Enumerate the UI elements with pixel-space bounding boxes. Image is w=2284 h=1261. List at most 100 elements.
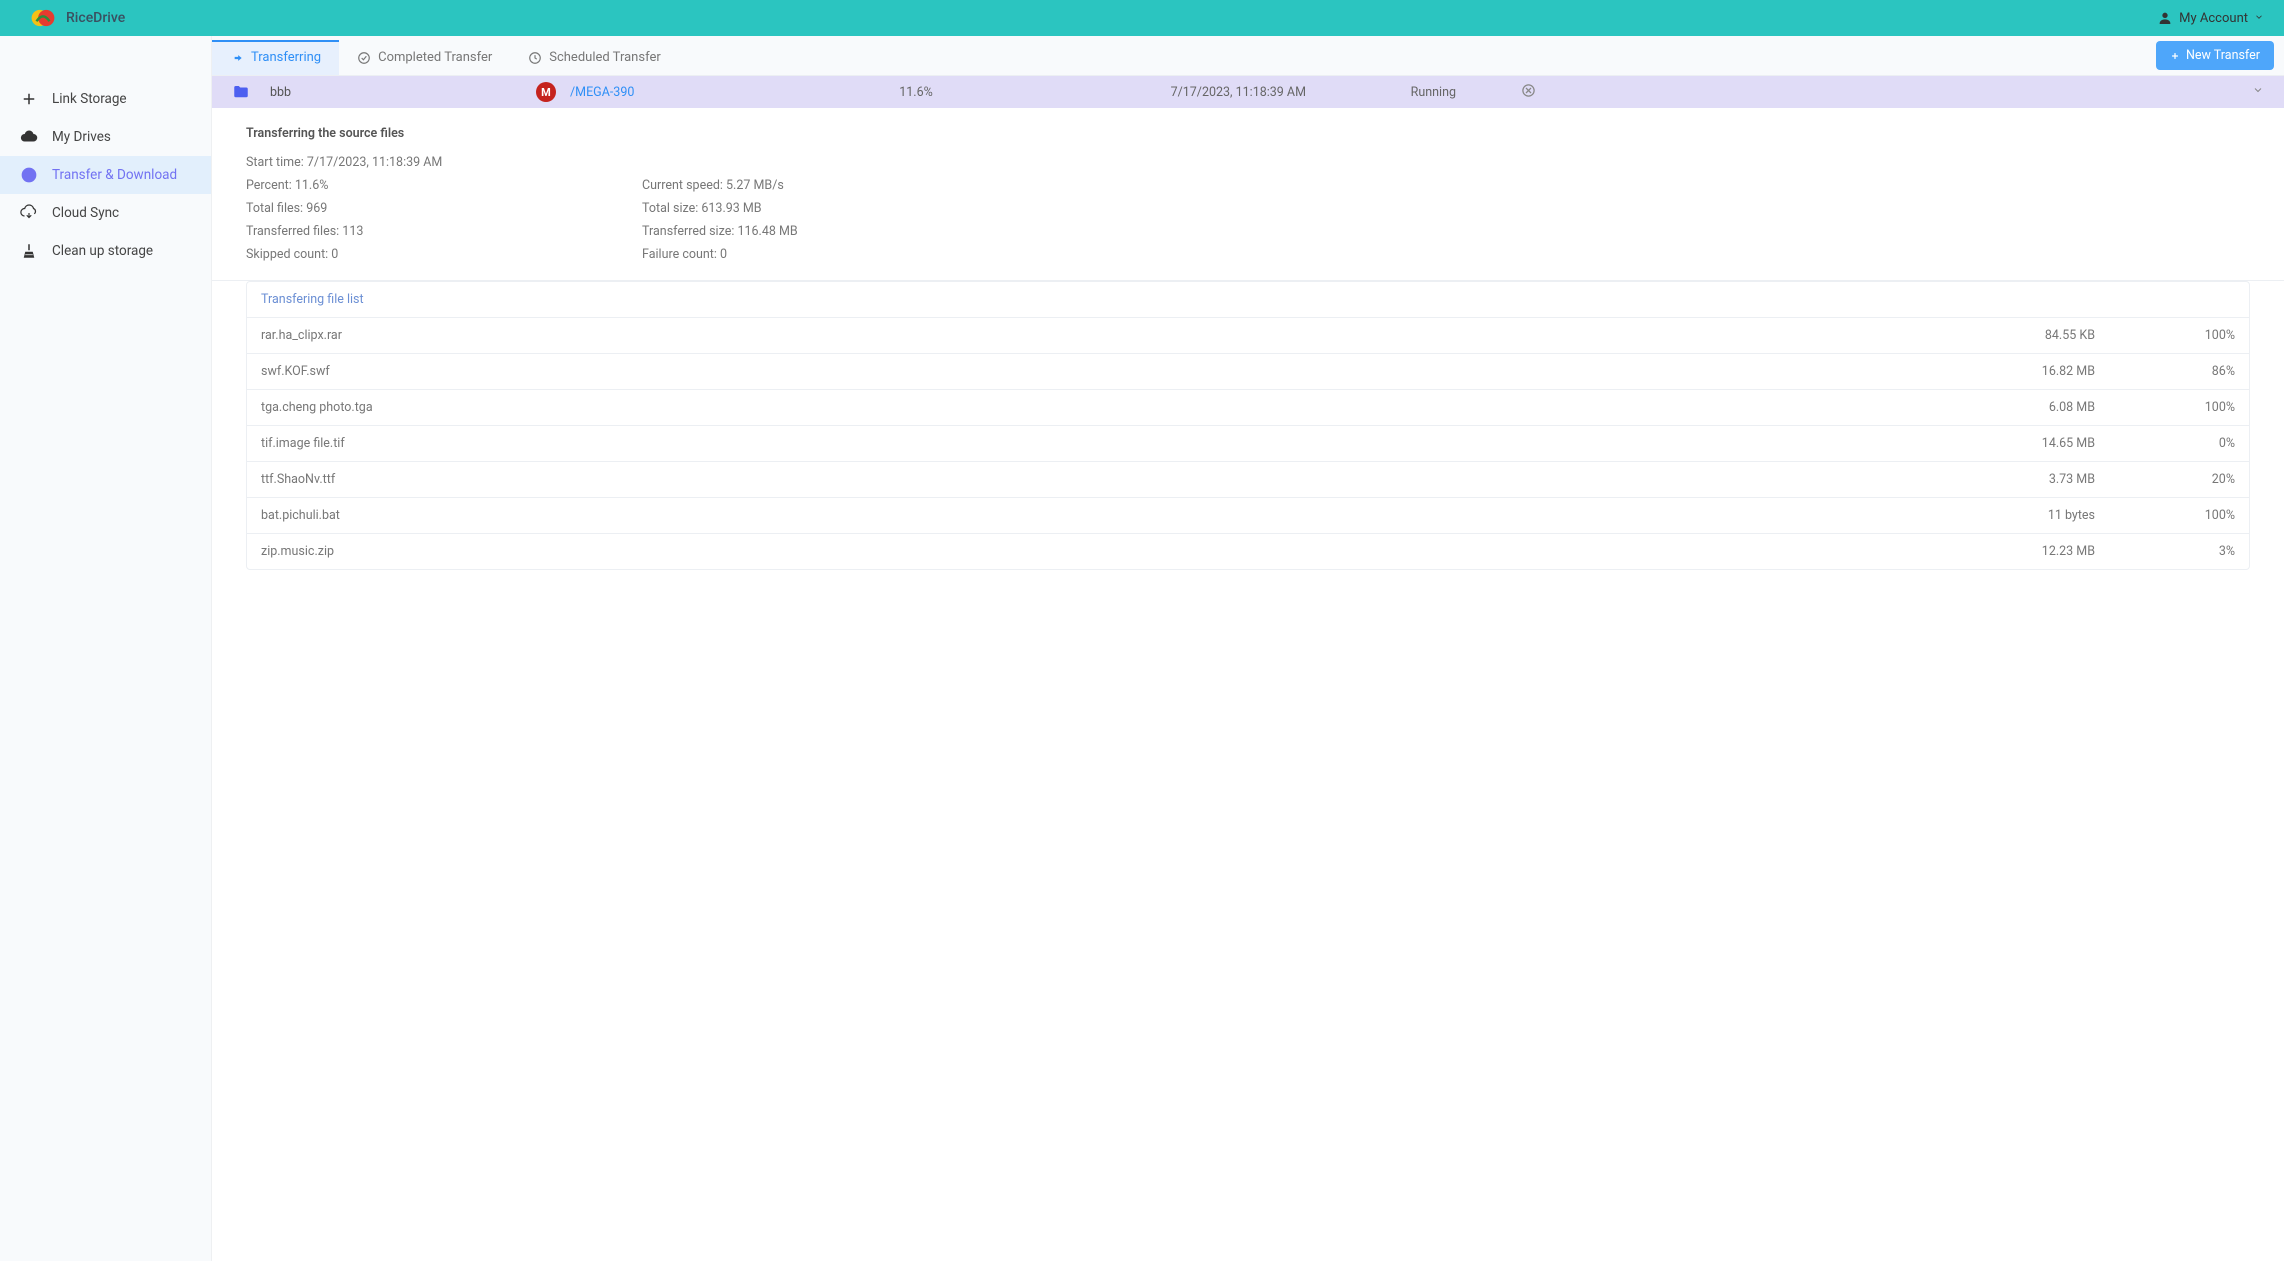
plus-icon bbox=[2170, 51, 2180, 61]
new-transfer-button[interactable]: New Transfer bbox=[2156, 41, 2274, 70]
stat-value: 5.27 MB/s bbox=[726, 178, 784, 193]
stat-label: Transferred files: bbox=[246, 224, 342, 239]
stat-label: Start time: bbox=[246, 155, 307, 170]
stat-value: 0 bbox=[331, 247, 338, 262]
tab-scheduled-transfer[interactable]: Scheduled Transfer bbox=[510, 40, 679, 75]
sidebar-item-label: Cloud Sync bbox=[52, 205, 119, 221]
brand: RiceDrive bbox=[30, 5, 125, 31]
file-size: 84.55 KB bbox=[1925, 328, 2095, 343]
file-row: tga.cheng photo.tga6.08 MB100% bbox=[247, 390, 2249, 426]
account-menu[interactable]: My Account bbox=[2157, 10, 2264, 26]
file-percent: 0% bbox=[2095, 436, 2235, 451]
sidebar-item-label: My Drives bbox=[52, 129, 111, 145]
transfer-task-row[interactable]: bbb M /MEGA-390 11.6% 7/17/2023, 11:18:3… bbox=[212, 76, 2284, 108]
file-row: ttf.ShaoNv.ttf3.73 MB20% bbox=[247, 462, 2249, 498]
stat-total-size: Total size: 613.93 MB bbox=[642, 201, 1038, 216]
file-row: rar.ha_clipx.rar84.55 KB100% bbox=[247, 318, 2249, 354]
file-row: bat.pichuli.bat11 bytes100% bbox=[247, 498, 2249, 534]
account-label: My Account bbox=[2179, 11, 2248, 26]
sidebar-item-link-storage[interactable]: Link Storage bbox=[0, 80, 211, 118]
file-percent: 100% bbox=[2095, 508, 2235, 523]
file-list-header: Transfering file list bbox=[247, 282, 2249, 318]
file-name: rar.ha_clipx.rar bbox=[261, 328, 1925, 343]
stat-value: 613.93 MB bbox=[701, 201, 761, 216]
stat-value: 0 bbox=[720, 247, 727, 262]
task-destination: M /MEGA-390 bbox=[536, 82, 806, 102]
file-percent: 20% bbox=[2095, 472, 2235, 487]
file-row: zip.music.zip12.23 MB3% bbox=[247, 534, 2249, 569]
stat-percent: Percent: 11.6% bbox=[246, 178, 642, 193]
main-panel: Transferring Completed Transfer Schedule… bbox=[212, 36, 2284, 1261]
stat-label: Total files: bbox=[246, 201, 306, 216]
stat-value: 116.48 MB bbox=[737, 224, 797, 239]
stat-label: Current speed: bbox=[642, 178, 726, 193]
file-percent: 100% bbox=[2095, 328, 2235, 343]
transferring-file-list: Transfering file list rar.ha_clipx.rar84… bbox=[246, 281, 2250, 570]
file-percent: 100% bbox=[2095, 400, 2235, 415]
stat-label: Transferred size: bbox=[642, 224, 737, 239]
detail-title: Transferring the source files bbox=[246, 126, 2250, 141]
stat-label: Percent: bbox=[246, 178, 295, 193]
brand-logo-icon bbox=[30, 5, 56, 31]
clock-icon bbox=[528, 51, 542, 65]
sidebar-item-label: Link Storage bbox=[52, 91, 127, 107]
file-row: swf.KOF.swf16.82 MB86% bbox=[247, 354, 2249, 390]
sidebar-item-clean-up-storage[interactable]: Clean up storage bbox=[0, 232, 211, 270]
stat-total-files: Total files: 969 bbox=[246, 201, 642, 216]
file-row: tif.image file.tif14.65 MB0% bbox=[247, 426, 2249, 462]
file-percent: 86% bbox=[2095, 364, 2235, 379]
file-size: 14.65 MB bbox=[1925, 436, 2095, 451]
task-destination-path: /MEGA-390 bbox=[570, 85, 634, 100]
brand-name: RiceDrive bbox=[66, 10, 125, 26]
stat-value: 969 bbox=[306, 201, 327, 216]
file-size: 16.82 MB bbox=[1925, 364, 2095, 379]
sync-icon bbox=[20, 204, 38, 222]
stat-speed: Current speed: 5.27 MB/s bbox=[642, 178, 1038, 193]
sidebar-item-transfer-download[interactable]: Transfer & Download bbox=[0, 156, 211, 194]
file-name: tga.cheng photo.tga bbox=[261, 400, 1925, 415]
sidebar-item-cloud-sync[interactable]: Cloud Sync bbox=[0, 194, 211, 232]
tab-completed-transfer[interactable]: Completed Transfer bbox=[339, 40, 510, 75]
tab-transferring[interactable]: Transferring bbox=[212, 40, 339, 75]
forward-icon bbox=[230, 51, 244, 65]
task-source: bbb bbox=[226, 83, 536, 101]
folder-icon bbox=[232, 83, 250, 101]
stat-failure: Failure count: 0 bbox=[642, 247, 1038, 262]
stat-skipped: Skipped count: 0 bbox=[246, 247, 642, 262]
cloud-icon bbox=[20, 128, 38, 146]
stat-label: Failure count: bbox=[642, 247, 720, 262]
file-size: 6.08 MB bbox=[1925, 400, 2095, 415]
expand-task-button[interactable] bbox=[2252, 84, 2264, 100]
stat-value: 7/17/2023, 11:18:39 AM bbox=[307, 155, 442, 170]
tab-label: Scheduled Transfer bbox=[549, 50, 661, 65]
new-transfer-label: New Transfer bbox=[2186, 48, 2260, 63]
file-size: 11 bytes bbox=[1925, 508, 2095, 523]
file-size: 3.73 MB bbox=[1925, 472, 2095, 487]
stat-start-time: Start time: 7/17/2023, 11:18:39 AM bbox=[246, 155, 642, 170]
chevron-down-icon bbox=[2254, 11, 2264, 26]
tabs: Transferring Completed Transfer Schedule… bbox=[212, 40, 679, 75]
user-icon bbox=[2157, 10, 2173, 26]
task-source-name: bbb bbox=[270, 85, 291, 100]
mega-icon: M bbox=[536, 82, 556, 102]
file-name: bat.pichuli.bat bbox=[261, 508, 1925, 523]
file-name: swf.KOF.swf bbox=[261, 364, 1925, 379]
sidebar-item-label: Clean up storage bbox=[52, 243, 153, 259]
task-percent: 11.6% bbox=[806, 85, 1026, 100]
stat-transferred-size: Transferred size: 116.48 MB bbox=[642, 224, 1038, 239]
stat-label: Skipped count: bbox=[246, 247, 331, 262]
app-header: RiceDrive My Account bbox=[0, 0, 2284, 36]
task-time: 7/17/2023, 11:18:39 AM bbox=[1026, 85, 1306, 100]
stat-label: Total size: bbox=[642, 201, 701, 216]
broom-icon bbox=[20, 242, 38, 260]
plus-icon bbox=[20, 90, 38, 108]
sidebar-item-label: Transfer & Download bbox=[52, 167, 177, 183]
file-name: ttf.ShaoNv.ttf bbox=[261, 472, 1925, 487]
sidebar-item-my-drives[interactable]: My Drives bbox=[0, 118, 211, 156]
transfer-icon bbox=[20, 166, 38, 184]
file-name: tif.image file.tif bbox=[261, 436, 1925, 451]
task-detail-panel: Transferring the source files Start time… bbox=[212, 108, 2284, 281]
cancel-task-button[interactable] bbox=[1521, 83, 1536, 102]
tab-label: Transferring bbox=[251, 50, 321, 65]
tab-bar: Transferring Completed Transfer Schedule… bbox=[212, 36, 2284, 76]
